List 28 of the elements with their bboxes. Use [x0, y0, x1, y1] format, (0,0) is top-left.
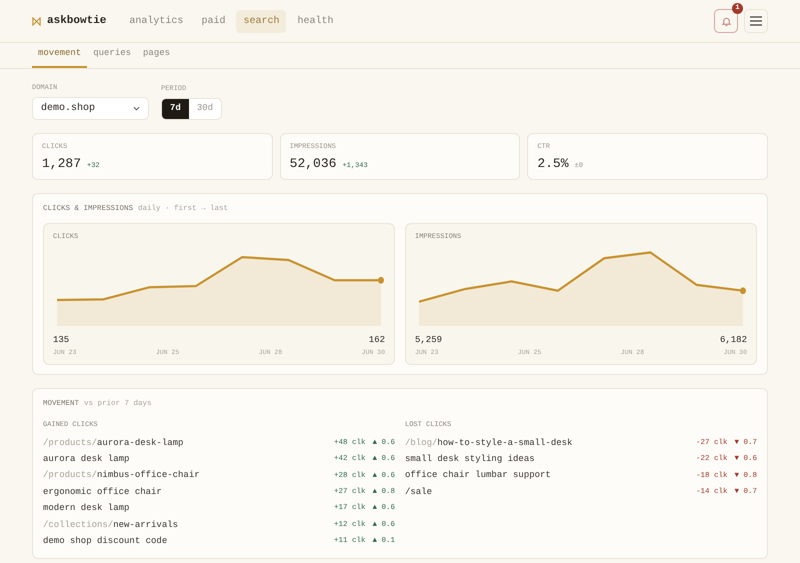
row-label[interactable]: ergonomic office chair	[43, 486, 162, 500]
brand-name: askbowtie	[47, 14, 106, 29]
stat-value: 52,036	[290, 155, 336, 173]
last-value: 6,182	[720, 334, 747, 348]
chevron-down-icon	[133, 106, 140, 110]
row-label[interactable]: /collections/new-arrivals	[43, 518, 178, 532]
stat-value: 2.5%	[537, 155, 569, 173]
row-label[interactable]: aurora desk lamp	[43, 453, 130, 467]
domain-select[interactable]: demo.shop	[32, 96, 149, 120]
row-label[interactable]: /blog/how-to-style-a-small-desk	[405, 436, 572, 450]
last-value: 162	[368, 334, 385, 348]
sub-tab[interactable]: movement	[32, 46, 88, 68]
first-value: 5,259	[415, 334, 442, 348]
row-label[interactable]: small desk styling ideas	[405, 453, 535, 467]
menu-icon	[750, 16, 762, 26]
row-label[interactable]: demo shop discount code	[43, 535, 168, 549]
bowtie-icon	[32, 16, 41, 26]
row-label[interactable]: modern desk lamp	[43, 502, 130, 516]
stat-value: 1,287	[42, 155, 82, 173]
period-option[interactable]: 7d	[162, 98, 189, 118]
row-label[interactable]: /sale	[405, 486, 432, 500]
row-label[interactable]: /products/aurora-desk-lamp	[43, 436, 184, 450]
first-value: 135	[53, 334, 70, 348]
bell-icon	[720, 16, 732, 26]
menu-button[interactable]	[744, 9, 768, 33]
row-label[interactable]: /products/nimbus-office-chair	[43, 469, 200, 483]
sub-tab[interactable]: pages	[137, 46, 176, 68]
row-label[interactable]: office chair lumbar support	[405, 469, 551, 483]
